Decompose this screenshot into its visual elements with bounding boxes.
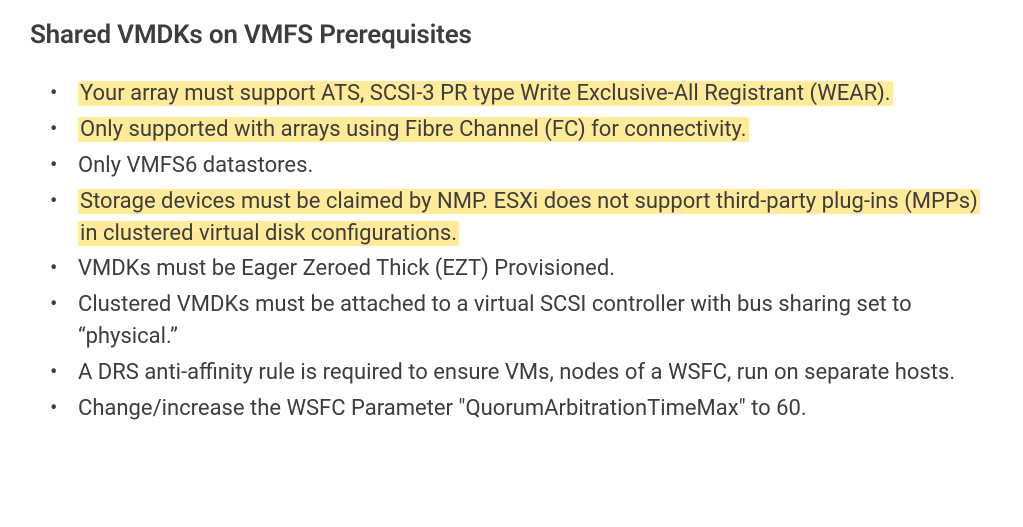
list-item: Your array must support ATS, SCSI-3 PR t…	[72, 78, 993, 110]
list-item: Only VMFS6 datastores.	[72, 150, 993, 182]
list-item-text: Clustered VMDKs must be attached to a vi…	[78, 292, 912, 349]
prerequisites-list: Your array must support ATS, SCSI-3 PR t…	[30, 78, 993, 425]
list-item-text: Storage devices must be claimed by NMP. …	[78, 189, 980, 246]
list-item: Clustered VMDKs must be attached to a vi…	[72, 289, 993, 353]
list-item: VMDKs must be Eager Zeroed Thick (EZT) P…	[72, 253, 993, 285]
list-item-text: Your array must support ATS, SCSI-3 PR t…	[78, 81, 893, 106]
list-item: Only supported with arrays using Fibre C…	[72, 114, 993, 146]
list-item-text: Only supported with arrays using Fibre C…	[78, 117, 749, 142]
list-item: Storage devices must be claimed by NMP. …	[72, 186, 993, 250]
list-item-text: Only VMFS6 datastores.	[78, 153, 313, 178]
list-item-text: Change/increase the WSFC Parameter "Quor…	[78, 396, 807, 421]
list-item: A DRS anti-affinity rule is required to …	[72, 357, 993, 389]
list-item-text: VMDKs must be Eager Zeroed Thick (EZT) P…	[78, 256, 615, 281]
list-item-text: A DRS anti-affinity rule is required to …	[78, 360, 955, 385]
section-heading: Shared VMDKs on VMFS Prerequisites	[30, 20, 993, 50]
list-item: Change/increase the WSFC Parameter "Quor…	[72, 393, 993, 425]
